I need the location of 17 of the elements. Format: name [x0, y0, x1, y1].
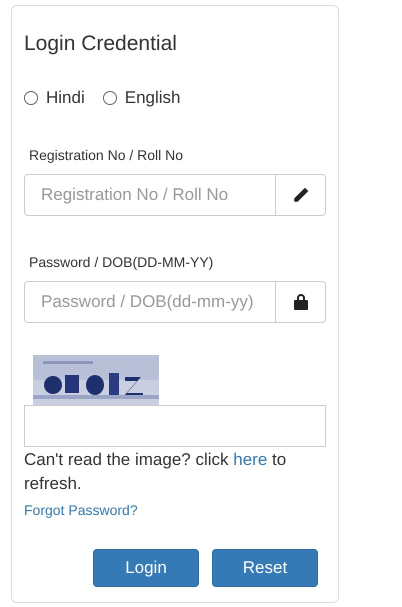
form-button[interactable]: Reset	[212, 548, 318, 586]
field-label: Registration No / Roll No	[29, 146, 184, 165]
radio-button[interactable]	[102, 90, 117, 105]
refresh-link[interactable]: here	[233, 450, 268, 468]
radio-label: Hindi	[46, 87, 85, 109]
input-field[interactable]: Password / DOB(dd-mm-yy)	[24, 280, 276, 322]
field-label: Password / DOB(DD-MM-YY)	[29, 252, 214, 272]
lock-icon	[294, 293, 308, 310]
radio-button[interactable]	[24, 90, 38, 105]
form-title: Login Credential	[24, 31, 178, 57]
form-button[interactable]: Login	[93, 548, 199, 586]
input-field[interactable]: Registration No / Roll No	[24, 174, 276, 216]
radio-label: English	[124, 87, 181, 109]
captcha-input-field[interactable]	[24, 404, 326, 446]
refresh-hint-text: Can't read the image? click here to refresh.	[24, 448, 288, 494]
forgot-password-link[interactable]: Forgot Password?	[24, 500, 138, 520]
pencil-icon	[292, 186, 310, 204]
